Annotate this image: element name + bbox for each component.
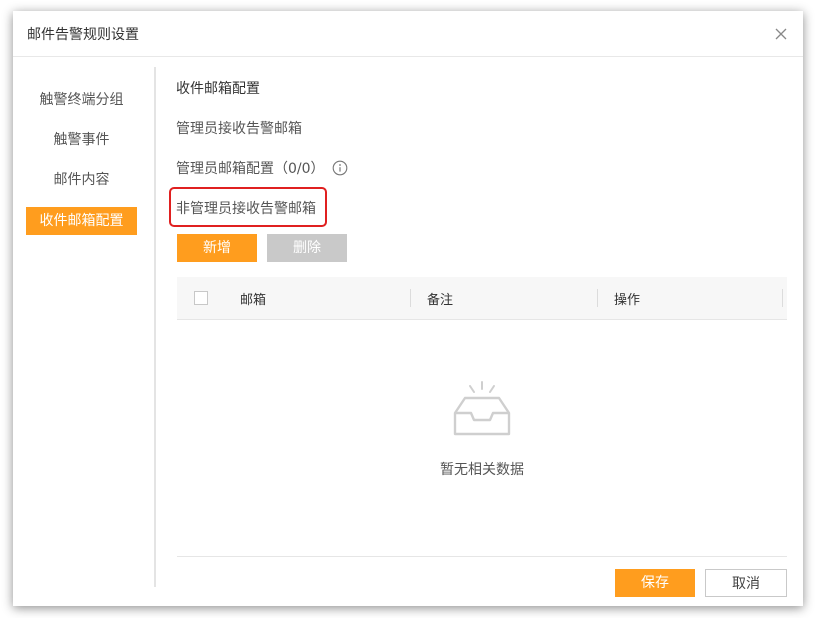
sidebar-item-label: 收件邮箱配置	[39, 213, 124, 229]
table-header: 邮箱 备注 操作	[177, 277, 787, 320]
footer-divider	[177, 556, 787, 557]
column-header-action: 操作	[614, 293, 641, 308]
column-divider[interactable]	[782, 289, 783, 307]
main-content: 收件邮箱配置 管理员接收告警邮箱 管理员邮箱配置（0/0） 非管理员接收告警邮箱…	[169, 67, 788, 597]
admin-config-label: 管理员邮箱配置（0/0）	[176, 161, 325, 177]
dialog-title: 邮件告警规则设置	[27, 27, 139, 43]
admin-config-row: 管理员邮箱配置（0/0）	[176, 158, 348, 178]
save-button[interactable]: 保存	[615, 569, 695, 597]
sidebar-item-label: 触警终端分组	[39, 92, 124, 108]
close-icon[interactable]	[771, 24, 791, 44]
empty-state-text: 暂无相关数据	[440, 462, 524, 478]
sidebar-item-mail-content[interactable]: 邮件内容	[26, 166, 137, 194]
cancel-button[interactable]: 取消	[705, 569, 787, 597]
non-admin-receive-label: 非管理员接收告警邮箱	[176, 201, 316, 217]
sidebar-item-label: 邮件内容	[53, 172, 110, 188]
sidebar-item-trigger-event[interactable]: 触警事件	[26, 126, 137, 154]
empty-inbox-icon	[453, 381, 511, 436]
column-header-mailbox: 邮箱	[240, 293, 267, 308]
delete-button[interactable]: 删除	[267, 234, 347, 262]
info-icon[interactable]	[332, 160, 348, 176]
sidebar-item-recipient-mailbox-config[interactable]: 收件邮箱配置	[26, 207, 137, 235]
admin-receive-label: 管理员接收告警邮箱	[176, 121, 302, 137]
email-alert-rule-dialog: 邮件告警规则设置 触警终端分组 触警事件 邮件内容 收件邮箱配置 收件邮箱配置 …	[13, 11, 803, 606]
dialog-header: 邮件告警规则设置	[13, 11, 803, 57]
sidebar: 触警终端分组 触警事件 邮件内容 收件邮箱配置	[13, 67, 156, 587]
column-divider[interactable]	[597, 289, 598, 307]
section-title: 收件邮箱配置	[176, 81, 260, 97]
column-header-remark: 备注	[427, 293, 454, 308]
add-button[interactable]: 新增	[177, 234, 257, 262]
sidebar-item-label: 触警事件	[53, 132, 110, 148]
column-divider[interactable]	[410, 289, 411, 307]
select-all-checkbox[interactable]	[194, 291, 208, 305]
sidebar-item-trigger-terminal-group[interactable]: 触警终端分组	[26, 86, 137, 114]
